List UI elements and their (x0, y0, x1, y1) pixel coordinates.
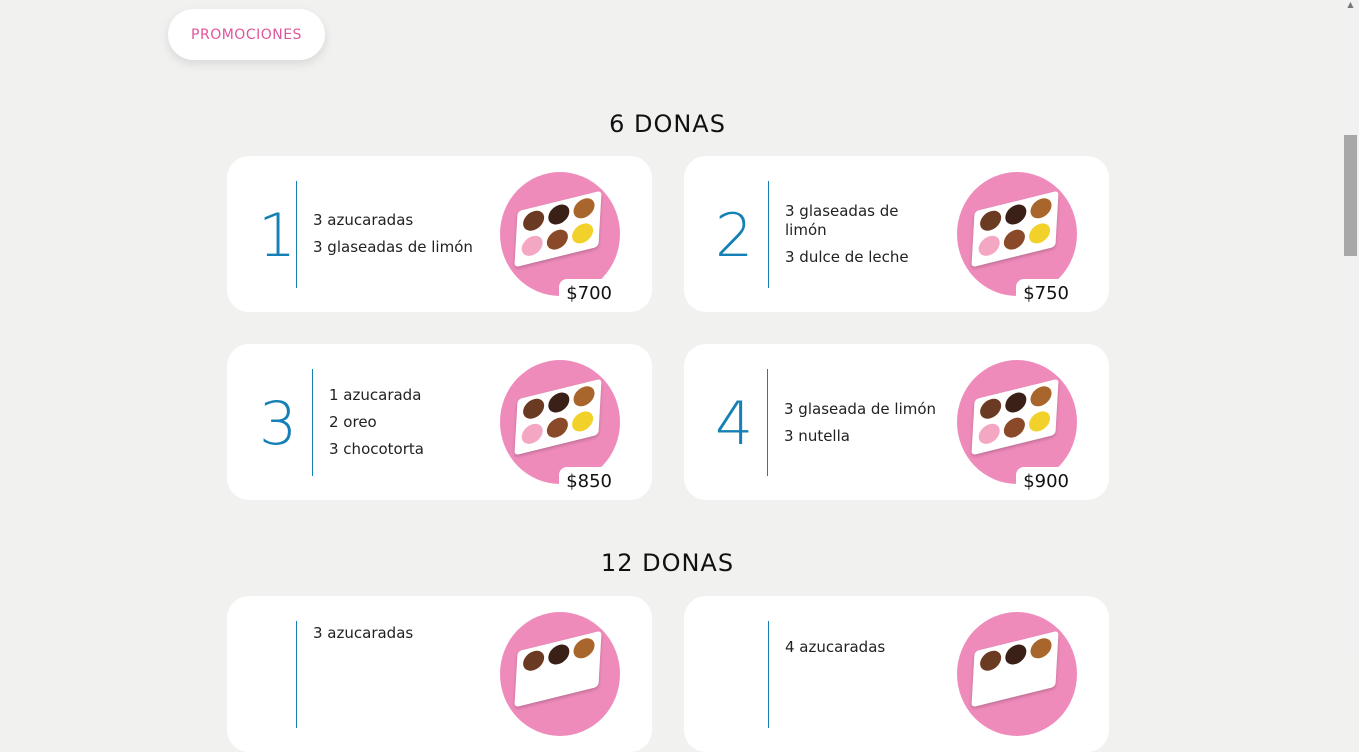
promociones-button[interactable]: PROMOCIONES (168, 9, 325, 60)
donut-box-image (500, 612, 620, 736)
promo-number: 4 (715, 389, 754, 459)
section-title-6-donas: 6 DONAS (609, 110, 726, 138)
promo-price: $750 (1016, 279, 1075, 304)
promo-number: 3 (259, 389, 298, 459)
promo-items: 3 glaseadas de limón 3 dulce de leche (785, 202, 920, 275)
scrollbar[interactable]: ▲ (1342, 0, 1359, 655)
promo-item: 2 oreo (329, 413, 377, 431)
donut-box-image (500, 172, 620, 296)
promo-price: $850 (559, 467, 618, 492)
promo-item: 3 azucaradas (313, 211, 414, 229)
divider (768, 621, 769, 728)
promo-items: 1 azucarada 2 oreo 3 chocotorta (329, 386, 424, 467)
divider (296, 181, 297, 288)
donut-box-image (957, 172, 1077, 296)
promo-card-5[interactable]: 3 azucaradas (227, 596, 652, 752)
divider (767, 369, 768, 476)
promo-card-3[interactable]: 3 1 azucarada 2 oreo 3 chocotorta $850 (227, 344, 652, 500)
promo-number: 2 (715, 201, 754, 271)
divider (296, 621, 297, 728)
promo-items: 3 azucaradas (313, 624, 413, 651)
scrollbar-thumb[interactable] (1344, 135, 1357, 256)
promo-card-1[interactable]: 1 3 azucaradas 3 glaseadas de limón $700 (227, 156, 652, 312)
promo-price: $900 (1016, 467, 1075, 492)
donut-box-image (957, 360, 1077, 484)
promo-item: 3 glaseadas de limón (785, 202, 899, 239)
divider (312, 369, 313, 476)
promo-number: 1 (258, 201, 297, 271)
promo-items: 4 azucaradas (785, 638, 885, 665)
promo-price: $700 (559, 279, 618, 304)
donut-box-image (500, 360, 620, 484)
promo-items: 3 glaseada de limón 3 nutella (784, 400, 936, 454)
donut-box-image (957, 612, 1077, 736)
section-title-12-donas: 12 DONAS (600, 549, 735, 577)
promo-item: 3 glaseada de limón (784, 400, 937, 418)
promo-item: 3 dulce de leche (785, 248, 909, 266)
promo-card-2[interactable]: 2 3 glaseadas de limón 3 dulce de leche … (684, 156, 1109, 312)
promo-card-6[interactable]: 4 azucaradas (684, 596, 1109, 752)
promo-item: 4 azucaradas (785, 638, 886, 656)
promo-card-4[interactable]: 4 3 glaseada de limón 3 nutella $900 (684, 344, 1109, 500)
promo-item: 1 azucarada (329, 386, 422, 404)
promo-item: 3 chocotorta (329, 440, 424, 458)
promo-item: 3 azucaradas (313, 624, 414, 642)
scroll-up-arrow-icon[interactable]: ▲ (1346, 0, 1355, 9)
promo-item: 3 nutella (784, 427, 850, 445)
promo-items: 3 azucaradas 3 glaseadas de limón (313, 211, 473, 265)
promo-item: 3 glaseadas de limón (313, 238, 473, 256)
divider (768, 181, 769, 288)
